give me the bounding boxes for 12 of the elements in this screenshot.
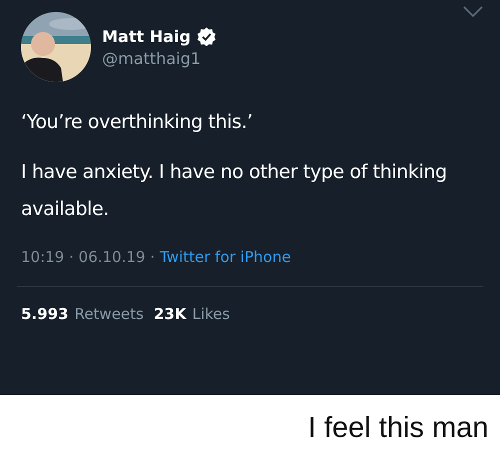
source-link[interactable]: Twitter for iPhone: [160, 248, 291, 266]
author-name[interactable]: Matt Haig: [102, 26, 191, 46]
caption-text: I feel this man: [308, 412, 489, 445]
author-handle[interactable]: @matthaig1: [102, 48, 216, 68]
tweet-text: ‘You’re overthinking this.’: [21, 110, 254, 135]
stat-label[interactable]: Likes: [192, 305, 230, 323]
tweet-text: I have anxiety. I have no other type of thinking available.: [21, 160, 448, 222]
chevron-down-icon[interactable]: [463, 6, 483, 18]
stat-label[interactable]: Retweets: [74, 305, 144, 323]
timestamp: 10:19 · 06.10.19 ·: [21, 248, 155, 266]
stat-count: 5.993: [21, 305, 68, 323]
stat-count: 23K: [154, 305, 186, 323]
